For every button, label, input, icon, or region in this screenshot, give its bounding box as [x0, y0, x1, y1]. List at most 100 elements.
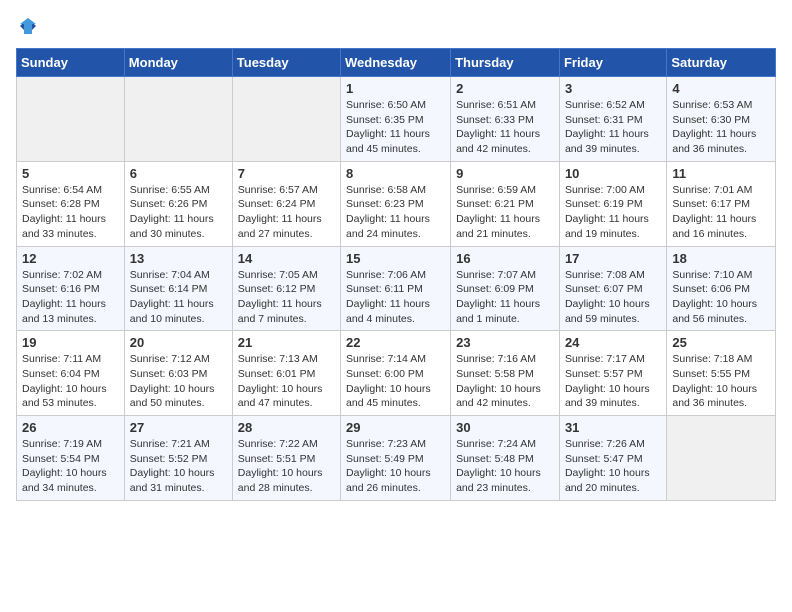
day-number: 19 — [22, 335, 119, 350]
day-number: 15 — [346, 251, 445, 266]
day-info: Sunrise: 7:16 AM Sunset: 5:58 PM Dayligh… — [456, 352, 554, 411]
calendar-week-row: 12 Sunrise: 7:02 AM Sunset: 6:16 PM Dayli… — [17, 246, 776, 331]
day-info: Sunrise: 7:05 AM Sunset: 6:12 PM Dayligh… — [238, 268, 335, 327]
day-number: 17 — [565, 251, 661, 266]
day-number: 28 — [238, 420, 335, 435]
day-info: Sunrise: 6:55 AM Sunset: 6:26 PM Dayligh… — [130, 183, 227, 242]
day-info: Sunrise: 7:01 AM Sunset: 6:17 PM Dayligh… — [672, 183, 770, 242]
calendar-cell: 15 Sunrise: 7:06 AM Sunset: 6:11 PM Dayli… — [341, 246, 451, 331]
day-info: Sunrise: 7:06 AM Sunset: 6:11 PM Dayligh… — [346, 268, 445, 327]
day-info: Sunrise: 7:14 AM Sunset: 6:00 PM Dayligh… — [346, 352, 445, 411]
calendar-cell: 22 Sunrise: 7:14 AM Sunset: 6:00 PM Dayli… — [341, 331, 451, 416]
calendar-cell — [232, 77, 340, 162]
day-info: Sunrise: 7:23 AM Sunset: 5:49 PM Dayligh… — [346, 437, 445, 496]
calendar-cell: 2 Sunrise: 6:51 AM Sunset: 6:33 PM Daylig… — [451, 77, 560, 162]
calendar-cell: 11 Sunrise: 7:01 AM Sunset: 6:17 PM Dayli… — [667, 161, 776, 246]
calendar-cell: 25Sunrise: 7:18 AM Sunset: 5:55 PM Dayli… — [667, 331, 776, 416]
logo-icon — [18, 16, 38, 36]
day-number: 5 — [22, 166, 119, 181]
day-number: 29 — [346, 420, 445, 435]
calendar-week-row: 5Sunrise: 6:54 AM Sunset: 6:28 PM Daylig… — [17, 161, 776, 246]
calendar-cell: 9 Sunrise: 6:59 AM Sunset: 6:21 PM Daylig… — [451, 161, 560, 246]
calendar-cell: 21 Sunrise: 7:13 AM Sunset: 6:01 PM Dayli… — [232, 331, 340, 416]
weekday-header: Thursday — [451, 49, 560, 77]
calendar-cell — [124, 77, 232, 162]
day-info: Sunrise: 6:51 AM Sunset: 6:33 PM Dayligh… — [456, 98, 554, 157]
day-number: 12 — [22, 251, 119, 266]
day-number: 4 — [672, 81, 770, 96]
calendar-cell: 6 Sunrise: 6:55 AM Sunset: 6:26 PM Daylig… — [124, 161, 232, 246]
day-number: 20 — [130, 335, 227, 350]
calendar-cell: 7 Sunrise: 6:57 AM Sunset: 6:24 PM Daylig… — [232, 161, 340, 246]
day-info: Sunrise: 6:52 AM Sunset: 6:31 PM Dayligh… — [565, 98, 661, 157]
day-number: 7 — [238, 166, 335, 181]
day-info: Sunrise: 6:50 AM Sunset: 6:35 PM Dayligh… — [346, 98, 445, 157]
calendar-table: SundayMondayTuesdayWednesdayThursdayFrid… — [16, 48, 776, 501]
day-info: Sunrise: 6:57 AM Sunset: 6:24 PM Dayligh… — [238, 183, 335, 242]
day-number: 23 — [456, 335, 554, 350]
weekday-header: Saturday — [667, 49, 776, 77]
calendar-cell: 17 Sunrise: 7:08 AM Sunset: 6:07 PM Dayli… — [559, 246, 666, 331]
calendar-cell: 16 Sunrise: 7:07 AM Sunset: 6:09 PM Dayli… — [451, 246, 560, 331]
calendar-week-row: 26 Sunrise: 7:19 AM Sunset: 5:54 PM Dayli… — [17, 416, 776, 501]
calendar-cell: 24 Sunrise: 7:17 AM Sunset: 5:57 PM Dayli… — [559, 331, 666, 416]
day-number: 26 — [22, 420, 119, 435]
day-info: Sunrise: 7:02 AM Sunset: 6:16 PM Dayligh… — [22, 268, 119, 327]
day-number: 31 — [565, 420, 661, 435]
day-number: 21 — [238, 335, 335, 350]
calendar-cell: 20 Sunrise: 7:12 AM Sunset: 6:03 PM Dayli… — [124, 331, 232, 416]
calendar-cell: 13 Sunrise: 7:04 AM Sunset: 6:14 PM Dayli… — [124, 246, 232, 331]
day-info: Sunrise: 7:17 AM Sunset: 5:57 PM Dayligh… — [565, 352, 661, 411]
calendar-cell: 5Sunrise: 6:54 AM Sunset: 6:28 PM Daylig… — [17, 161, 125, 246]
calendar-cell: 3 Sunrise: 6:52 AM Sunset: 6:31 PM Daylig… — [559, 77, 666, 162]
weekday-header: Wednesday — [341, 49, 451, 77]
calendar-cell: 1 Sunrise: 6:50 AM Sunset: 6:35 PM Daylig… — [341, 77, 451, 162]
day-number: 2 — [456, 81, 554, 96]
calendar-cell — [17, 77, 125, 162]
day-info: Sunrise: 6:59 AM Sunset: 6:21 PM Dayligh… — [456, 183, 554, 242]
day-info: Sunrise: 7:18 AM Sunset: 5:55 PM Dayligh… — [672, 352, 770, 411]
weekday-header: Monday — [124, 49, 232, 77]
day-number: 6 — [130, 166, 227, 181]
day-number: 10 — [565, 166, 661, 181]
day-info: Sunrise: 7:21 AM Sunset: 5:52 PM Dayligh… — [130, 437, 227, 496]
day-number: 3 — [565, 81, 661, 96]
logo — [16, 16, 38, 36]
calendar-cell: 28 Sunrise: 7:22 AM Sunset: 5:51 PM Dayli… — [232, 416, 340, 501]
weekday-header: Tuesday — [232, 49, 340, 77]
day-number: 13 — [130, 251, 227, 266]
calendar-header-row: SundayMondayTuesdayWednesdayThursdayFrid… — [17, 49, 776, 77]
calendar-cell: 10 Sunrise: 7:00 AM Sunset: 6:19 PM Dayli… — [559, 161, 666, 246]
calendar-week-row: 1 Sunrise: 6:50 AM Sunset: 6:35 PM Daylig… — [17, 77, 776, 162]
day-info: Sunrise: 7:22 AM Sunset: 5:51 PM Dayligh… — [238, 437, 335, 496]
day-number: 14 — [238, 251, 335, 266]
day-number: 16 — [456, 251, 554, 266]
calendar-cell: 19 Sunrise: 7:11 AM Sunset: 6:04 PM Dayli… — [17, 331, 125, 416]
day-number: 8 — [346, 166, 445, 181]
day-number: 22 — [346, 335, 445, 350]
day-info: Sunrise: 7:10 AM Sunset: 6:06 PM Dayligh… — [672, 268, 770, 327]
calendar-cell: 29 Sunrise: 7:23 AM Sunset: 5:49 PM Dayli… — [341, 416, 451, 501]
day-number: 9 — [456, 166, 554, 181]
calendar-week-row: 19 Sunrise: 7:11 AM Sunset: 6:04 PM Dayli… — [17, 331, 776, 416]
day-info: Sunrise: 7:13 AM Sunset: 6:01 PM Dayligh… — [238, 352, 335, 411]
calendar-cell: 18Sunrise: 7:10 AM Sunset: 6:06 PM Dayli… — [667, 246, 776, 331]
day-info: Sunrise: 7:26 AM Sunset: 5:47 PM Dayligh… — [565, 437, 661, 496]
day-number: 11 — [672, 166, 770, 181]
day-info: Sunrise: 7:07 AM Sunset: 6:09 PM Dayligh… — [456, 268, 554, 327]
calendar-cell: 8Sunrise: 6:58 AM Sunset: 6:23 PM Daylig… — [341, 161, 451, 246]
calendar-cell: 26 Sunrise: 7:19 AM Sunset: 5:54 PM Dayli… — [17, 416, 125, 501]
day-info: Sunrise: 7:04 AM Sunset: 6:14 PM Dayligh… — [130, 268, 227, 327]
day-info: Sunrise: 7:19 AM Sunset: 5:54 PM Dayligh… — [22, 437, 119, 496]
calendar-cell: 23 Sunrise: 7:16 AM Sunset: 5:58 PM Dayli… — [451, 331, 560, 416]
day-number: 24 — [565, 335, 661, 350]
day-info: Sunrise: 7:12 AM Sunset: 6:03 PM Dayligh… — [130, 352, 227, 411]
page-header — [16, 16, 776, 36]
day-number: 1 — [346, 81, 445, 96]
day-info: Sunrise: 7:08 AM Sunset: 6:07 PM Dayligh… — [565, 268, 661, 327]
day-info: Sunrise: 7:00 AM Sunset: 6:19 PM Dayligh… — [565, 183, 661, 242]
day-info: Sunrise: 7:11 AM Sunset: 6:04 PM Dayligh… — [22, 352, 119, 411]
weekday-header: Sunday — [17, 49, 125, 77]
calendar-cell: 12 Sunrise: 7:02 AM Sunset: 6:16 PM Dayli… — [17, 246, 125, 331]
day-number: 27 — [130, 420, 227, 435]
